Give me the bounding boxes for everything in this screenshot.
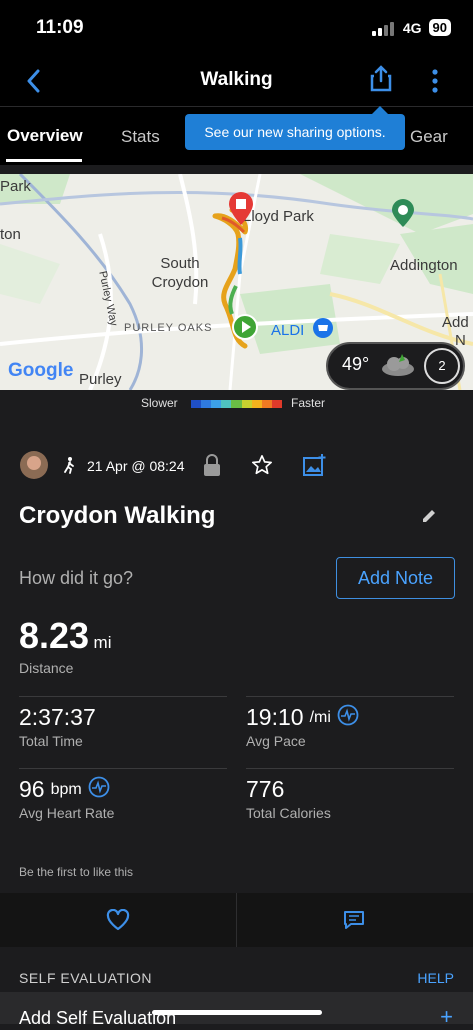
map-label-add: Add <box>442 314 469 331</box>
note-prompt: How did it go? <box>19 568 134 588</box>
likes-text: Be the first to like this <box>19 865 134 879</box>
map-label-n: N <box>455 332 466 349</box>
map-label-purley-oaks: PURLEY OAKS <box>124 322 213 334</box>
avatar-face <box>27 456 41 470</box>
share-icon[interactable] <box>369 64 393 97</box>
divider <box>19 696 227 697</box>
page-title: Walking <box>200 69 273 90</box>
pace-chart-icon[interactable] <box>337 704 359 731</box>
map-label-ton: ton <box>0 226 21 243</box>
legend-faster: Faster <box>291 396 326 410</box>
network-label: 4G <box>402 19 422 36</box>
temperature: 49° <box>342 354 370 374</box>
comment-icon[interactable] <box>343 909 365 936</box>
heart-rate-stat: 96 bpm <box>19 776 110 803</box>
home-indicator <box>152 1010 322 1015</box>
self-eval-title: SELF EVALUATION <box>19 970 153 986</box>
add-icon[interactable]: + <box>440 1004 453 1030</box>
activity-date: 21 Apr @ 08:24 <box>87 458 185 474</box>
distance-stat: 8.23 mi <box>19 615 111 657</box>
pace-value: 19:10 <box>246 704 304 730</box>
signal-icon <box>371 20 396 36</box>
navigation-bar: Walking <box>0 56 473 106</box>
map-label-addington: Addington <box>390 257 458 274</box>
pace-unit: /mi <box>309 708 331 726</box>
end-marker-icon <box>228 192 254 231</box>
divider <box>246 768 454 769</box>
more-icon[interactable] <box>430 68 440 99</box>
pace-scale <box>191 400 282 408</box>
start-icon <box>232 314 258 351</box>
battery-icon: 90 <box>428 19 451 36</box>
walking-icon <box>62 456 76 479</box>
google-logo: Google <box>8 360 74 381</box>
hr-value: 96 <box>19 776 45 802</box>
star-icon[interactable] <box>251 454 273 481</box>
map-label-park: Park <box>0 178 31 195</box>
map-label-south-croydon: South Croydon <box>151 255 209 291</box>
divider <box>246 696 454 697</box>
cloudy-icon <box>380 352 416 383</box>
wind-speed: 2 <box>438 358 446 373</box>
hr-label: Avg Heart Rate <box>19 805 115 821</box>
time-label: Total Time <box>19 733 83 749</box>
status-time: 11:09 <box>36 17 84 38</box>
status-indicators: 4G 90 <box>371 19 451 36</box>
distance-unit: mi <box>93 633 112 652</box>
location-pin-icon <box>390 198 416 233</box>
weather-widget[interactable]: 49° 2 <box>326 342 465 390</box>
add-photo-icon[interactable] <box>302 453 326 482</box>
pace-label: Avg Pace <box>246 733 306 749</box>
calories-value: 776 <box>246 776 285 802</box>
calories-label: Total Calories <box>246 805 331 821</box>
activity-name: Croydon Walking <box>19 502 216 529</box>
time-value: 2:37:37 <box>19 704 96 730</box>
divider <box>236 893 237 947</box>
map-label-aldi: ALDI <box>271 322 305 339</box>
distance-label: Distance <box>19 660 74 676</box>
help-link[interactable]: HELP <box>417 970 454 986</box>
pace-stat: 19:10 /mi <box>246 704 359 731</box>
tab-stats[interactable]: Stats <box>121 127 160 147</box>
lock-icon[interactable] <box>203 453 221 482</box>
map-label-purley: Purley <box>79 371 122 388</box>
distance-value: 8.23 <box>19 615 90 656</box>
edit-icon[interactable] <box>420 507 438 530</box>
legend-slower: Slower <box>141 396 178 410</box>
social-actions <box>0 893 473 947</box>
avatar[interactable] <box>20 451 48 479</box>
status-bar: 11:09 4G 90 <box>0 0 473 56</box>
tab-gear[interactable]: Gear <box>410 127 448 147</box>
add-note-button[interactable]: Add Note <box>336 557 455 599</box>
heart-icon[interactable] <box>106 908 130 936</box>
divider <box>19 768 227 769</box>
add-self-eval-row[interactable]: Add Self Evaluation + <box>0 992 473 1029</box>
heart-rate-icon[interactable] <box>88 776 110 803</box>
tab-overview[interactable]: Overview <box>7 126 83 146</box>
active-tab-indicator <box>6 159 82 162</box>
hr-unit: bpm <box>50 780 82 798</box>
wind-icon: 2 <box>424 348 460 384</box>
shop-pin-icon <box>312 317 334 344</box>
sharing-tooltip[interactable]: See our new sharing options. <box>185 106 405 150</box>
